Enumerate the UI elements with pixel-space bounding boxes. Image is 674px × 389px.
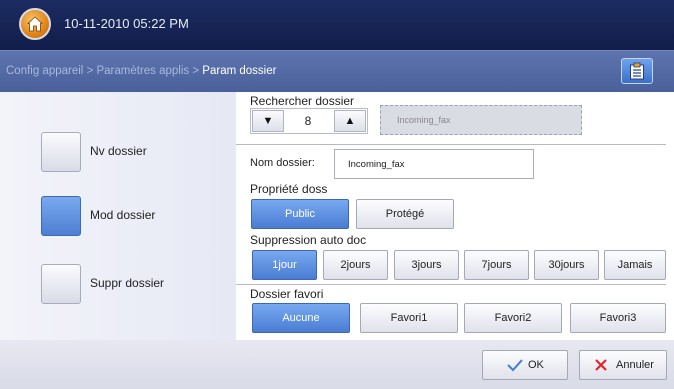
auto-delete-2days-button[interactable]: 2jours (323, 250, 388, 280)
breadcrumb-separator: > (86, 65, 94, 77)
checkmark-icon (507, 359, 523, 372)
auto-delete-label: Suppression auto doc (250, 233, 367, 247)
favorite-3-button[interactable]: Favori3 (570, 303, 666, 333)
menu-button[interactable] (621, 58, 653, 84)
breadcrumb-current: Param dossier (202, 65, 277, 77)
modify-folder-label[interactable]: Mod dossier (90, 208, 155, 222)
triangle-down-icon: ▼ (262, 115, 274, 127)
folder-name-field[interactable]: Incoming_fax (334, 149, 534, 179)
cancel-label: Annuler (616, 359, 654, 371)
home-icon (26, 16, 44, 32)
decrement-button[interactable]: ▼ (252, 110, 284, 132)
favorite-2-button[interactable]: Favori2 (464, 303, 562, 333)
folder-name-label: Nom dossier: (250, 157, 315, 169)
favorite-1-button[interactable]: Favori1 (360, 303, 458, 333)
divider (236, 284, 666, 285)
breadcrumb-bar: Config appareil > Paramètres applis > Pa… (0, 50, 674, 92)
auto-delete-30days-button[interactable]: 30jours (534, 250, 599, 280)
new-folder-label[interactable]: Nv dossier (90, 144, 147, 158)
breadcrumb: Config appareil > Paramètres applis > Pa… (6, 65, 276, 77)
auto-delete-never-button[interactable]: Jamais (604, 250, 666, 280)
folder-number-stepper[interactable]: ▼ 8 ▲ (250, 108, 368, 134)
ok-label: OK (528, 359, 544, 371)
footer-bar: OK Annuler (0, 340, 674, 389)
datetime-display: 10-11-2010 05:22 PM (64, 16, 189, 31)
home-button[interactable] (19, 8, 51, 40)
favorite-none-button[interactable]: Aucune (252, 303, 350, 333)
found-folder-name: Incoming_fax (397, 115, 451, 125)
folder-number-value: 8 (304, 114, 312, 128)
triangle-up-icon: ▲ (344, 115, 356, 127)
top-bar: 10-11-2010 05:22 PM (0, 0, 674, 50)
clipboard-list-icon (630, 62, 644, 80)
auto-delete-3days-button[interactable]: 3jours (394, 250, 459, 280)
auto-delete-1day-button[interactable]: 1jour (252, 250, 317, 280)
increment-button[interactable]: ▲ (334, 110, 366, 132)
content-area: Nv dossier Mod dossier Suppr dossier Rec… (0, 92, 674, 340)
search-folder-label: Rechercher dossier (250, 94, 355, 108)
divider (236, 144, 666, 145)
favorite-folder-label: Dossier favori (250, 287, 324, 301)
breadcrumb-item-params[interactable]: Paramètres applis (96, 65, 189, 77)
cancel-button[interactable]: Annuler (579, 350, 667, 380)
found-folder-field: Incoming_fax (380, 105, 582, 135)
delete-folder-label[interactable]: Suppr dossier (90, 276, 164, 290)
modify-folder-button[interactable] (41, 196, 81, 236)
property-public-button[interactable]: Public (251, 199, 349, 229)
folder-actions-panel: Nv dossier Mod dossier Suppr dossier (0, 92, 236, 340)
delete-folder-button[interactable] (41, 264, 81, 304)
ok-button[interactable]: OK (482, 350, 568, 380)
breadcrumb-item-config[interactable]: Config appareil (6, 65, 83, 77)
breadcrumb-separator: > (192, 65, 200, 77)
folder-name-value: Incoming_fax (348, 159, 405, 170)
property-protected-button[interactable]: Protégé (356, 199, 454, 229)
auto-delete-7days-button[interactable]: 7jours (464, 250, 529, 280)
property-label: Propriété doss (250, 182, 328, 196)
new-folder-button[interactable] (41, 132, 81, 172)
x-cross-icon (595, 359, 607, 371)
